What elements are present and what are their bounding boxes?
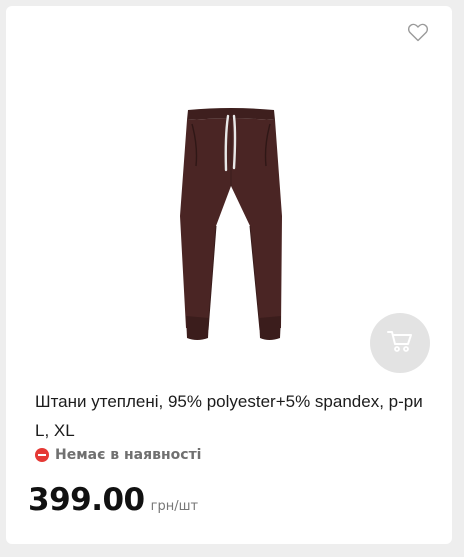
product-card[interactable]: Штани утеплені, 95% polyester+5% spandex… [6, 6, 452, 544]
availability-label: Немає в наявності [55, 447, 202, 463]
minus-circle-icon [35, 448, 49, 462]
price: 399.00 грн/шт [28, 482, 198, 518]
cart-icon [387, 329, 413, 358]
add-to-cart-button[interactable] [370, 313, 430, 373]
price-value: 399.00 [28, 482, 145, 518]
price-unit: грн/шт [150, 499, 199, 514]
product-image[interactable] [174, 106, 288, 346]
availability-status: Немає в наявності [35, 447, 201, 463]
heart-icon[interactable] [406, 20, 430, 44]
product-title[interactable]: Штани утеплені, 95% polyester+5% spandex… [35, 387, 435, 445]
